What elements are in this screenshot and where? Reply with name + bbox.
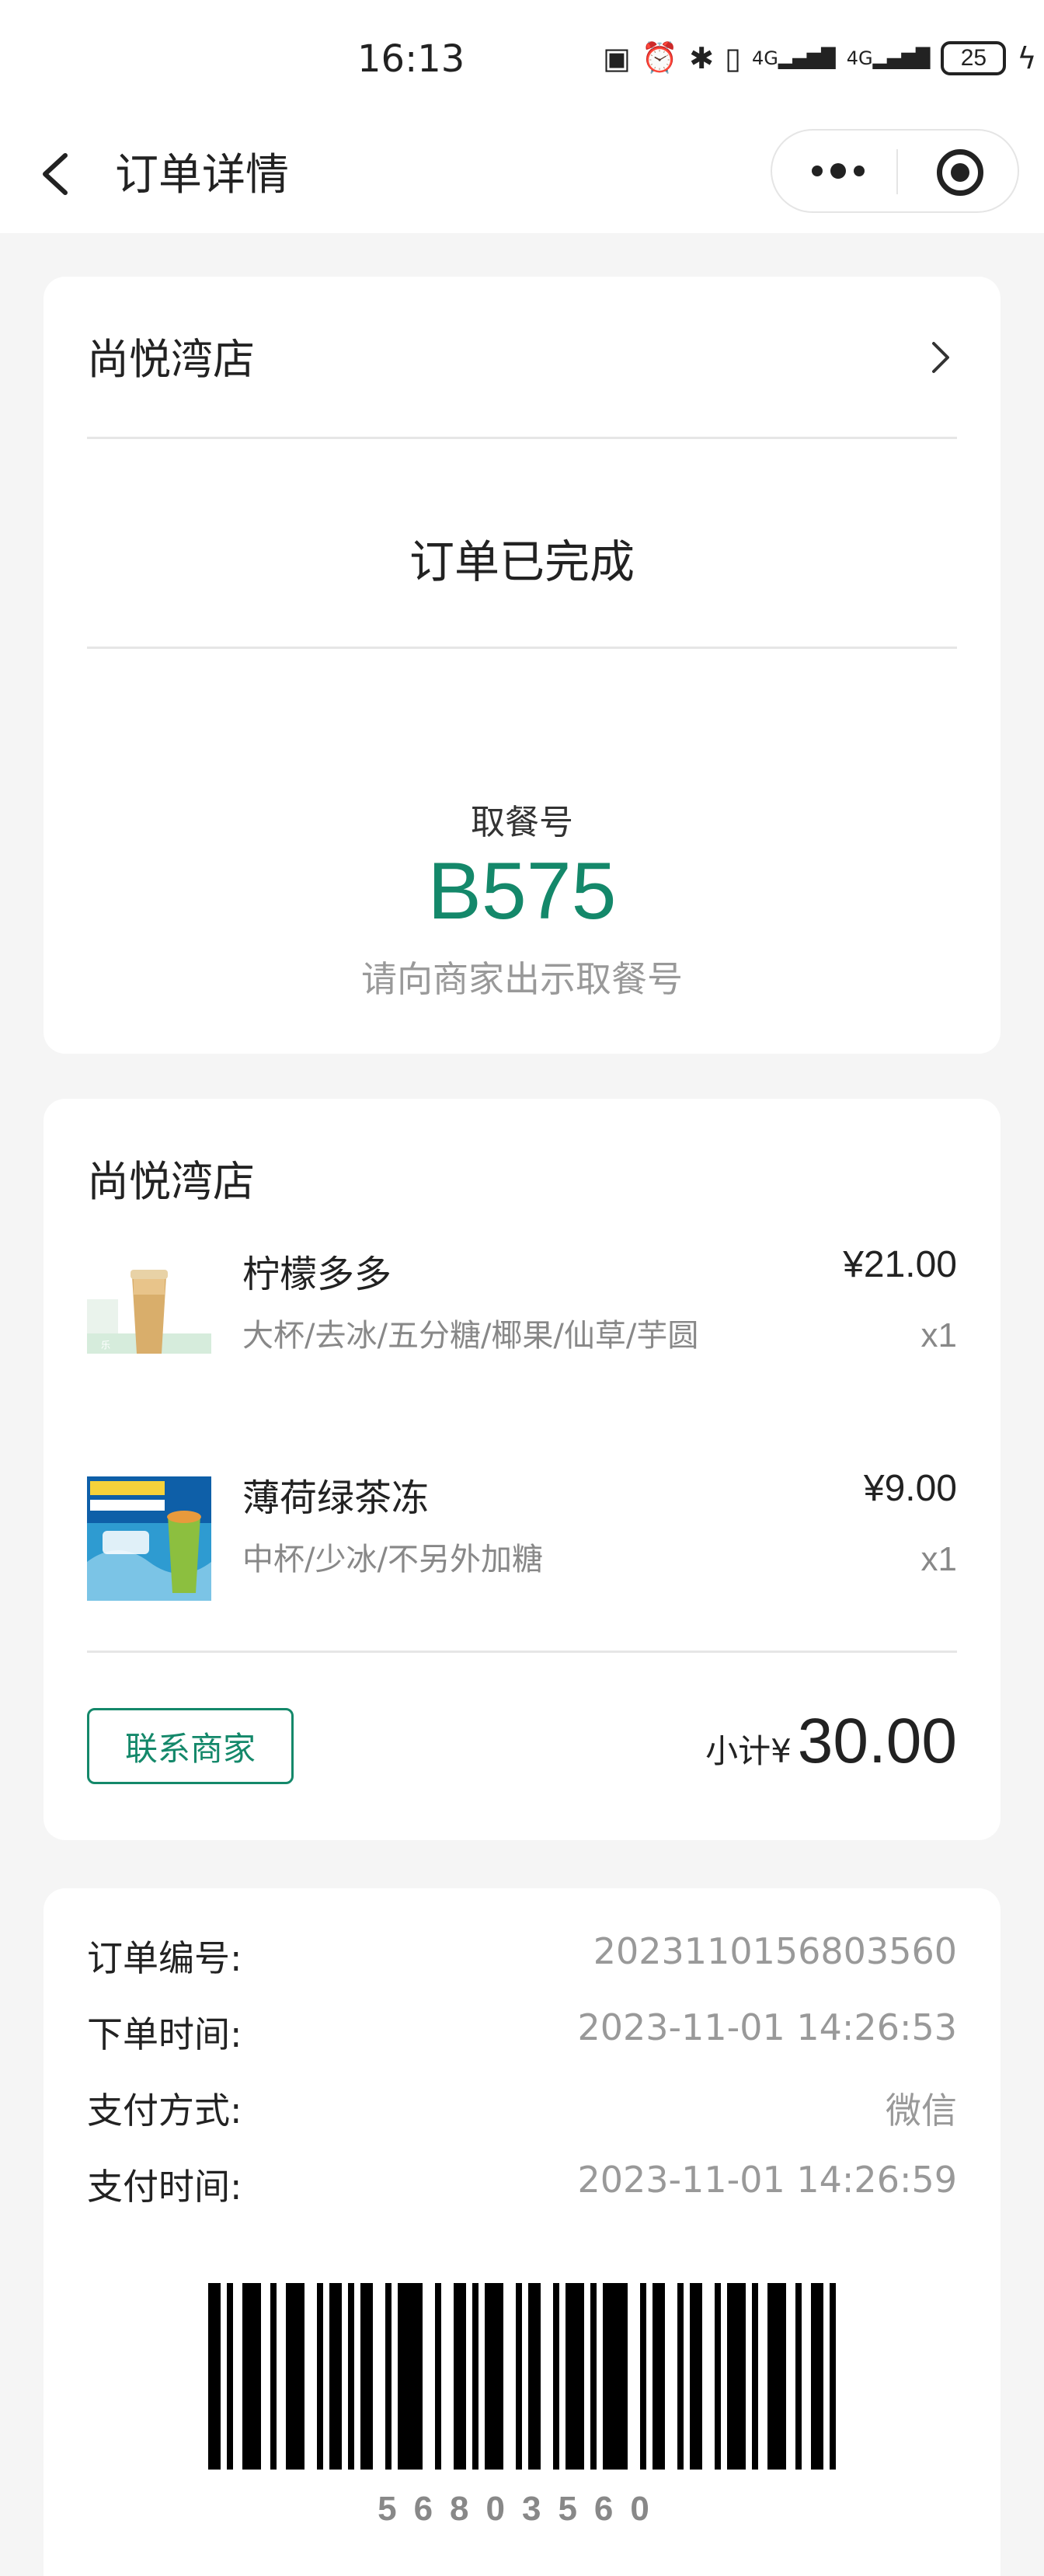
signal-icon-2: 4G▂▄▆█ (846, 47, 931, 69)
item-price: ¥21.00 (843, 1244, 957, 1285)
subtotal-label: 小计¥ (705, 1732, 792, 1770)
item-qty: x1 (920, 1316, 957, 1354)
info-label: 支付方式: (87, 2090, 242, 2132)
info-label: 下单时间: (87, 2013, 242, 2055)
chevron-left-icon (43, 153, 68, 195)
store-link[interactable]: 尚悦湾店 (87, 325, 957, 387)
order-info-card: 订单编号: 2023110156803560 下单时间: 2023-11-01 … (44, 1888, 1000, 2576)
contact-merchant-button[interactable]: 联系商家 (87, 1708, 294, 1784)
info-label: 订单编号: (87, 1937, 242, 1979)
close-miniprogram-button[interactable] (937, 149, 983, 196)
item-spec: 大杯/去冰/五分糖/椰果/仙草/芋圆 (242, 1318, 699, 1354)
vibrate-icon: ▯ (725, 40, 741, 75)
payment-method-row: 支付方式: 微信 (87, 2083, 957, 2137)
item-spec: 中杯/少冰/不另外加糖 (242, 1542, 543, 1577)
payment-time-row: 支付时间: 2023-11-01 14:26:59 (87, 2159, 957, 2213)
status-bar: 16:13 ▣ ⏰ ✱ ▯ 4G▂▄▆█ 4G▂▄▆█ 25 ϟ (0, 0, 1044, 117)
battery-icon: 25 (941, 40, 1007, 75)
payment-method-value: 微信 (886, 2090, 957, 2132)
item-qty: x1 (920, 1540, 957, 1578)
back-button[interactable] (34, 143, 81, 205)
order-items-card: 尚悦湾店 乐 柠檬多多 ¥21.00 大杯/去冰/五分糖/椰果/仙草/芋圆 x1 (44, 1099, 1000, 1840)
alarm-icon: ⏰ (641, 40, 679, 75)
subtotal: 小计¥ 30.00 (705, 1705, 957, 1778)
item-name: 薄荷绿茶冻 (242, 1476, 430, 1520)
info-label: 支付时间: (87, 2166, 242, 2208)
order-status-text: 订单已完成 (409, 535, 635, 588)
more-icon-center (830, 163, 846, 179)
more-icon-right (854, 166, 865, 176)
pickup-hint: 请向商家出示取餐号 (361, 958, 683, 1000)
bluetooth-icon: ✱ (689, 40, 715, 75)
order-time-row: 下单时间: 2023-11-01 14:26:53 (87, 2006, 957, 2061)
store-name: 尚悦湾店 (87, 335, 255, 384)
nav-bar: 订单详情 (0, 117, 1044, 233)
item-image: 乐 (87, 1253, 211, 1377)
order-number-row: 订单编号: 2023110156803560 (87, 1930, 957, 1985)
pickup-number: B575 (427, 846, 617, 936)
miniprogram-capsule (771, 129, 1019, 213)
list-item[interactable]: 乐 柠檬多多 ¥21.00 大杯/去冰/五分糖/椰果/仙草/芋圆 x1 (87, 1243, 957, 1430)
item-name: 柠檬多多 (242, 1253, 392, 1296)
more-button[interactable] (803, 155, 873, 186)
svg-text:乐: 乐 (101, 1340, 110, 1351)
divider (87, 1651, 957, 1653)
barcode-number: 56803560 (378, 2490, 666, 2528)
list-item[interactable]: 薄荷绿茶冻 ¥9.00 中杯/少冰/不另外加糖 x1 (87, 1467, 957, 1607)
order-number-value: 2023110156803560 (593, 1930, 957, 1972)
nfc-icon: ▣ (603, 40, 631, 75)
subtotal-value: 30.00 (797, 1706, 957, 1776)
items-store-name: 尚悦湾店 (87, 1157, 255, 1206)
divider (87, 437, 957, 439)
item-price: ¥9.00 (863, 1468, 957, 1509)
payment-time-value: 2023-11-01 14:26:59 (577, 2159, 957, 2201)
divider (87, 647, 957, 649)
pickup-label: 取餐号 (471, 803, 573, 842)
order-time-value: 2023-11-01 14:26:53 (577, 2006, 957, 2048)
more-icon (812, 166, 823, 176)
charging-icon: ϟ (1017, 40, 1037, 75)
battery-level: 25 (960, 44, 987, 71)
status-icons: ▣ ⏰ ✱ ▯ 4G▂▄▆█ 4G▂▄▆█ 25 ϟ (603, 40, 1036, 75)
capsule-divider (896, 149, 898, 194)
page-title: 订单详情 (115, 150, 289, 200)
status-time: 16:13 (357, 37, 465, 81)
item-image (87, 1476, 211, 1601)
signal-icon: 4G▂▄▆█ (752, 47, 836, 69)
chevron-right-icon (932, 342, 949, 373)
barcode-image (208, 2283, 836, 2470)
order-status-card: 尚悦湾店 订单已完成 取餐号 B575 请向商家出示取餐号 (44, 277, 1000, 1054)
